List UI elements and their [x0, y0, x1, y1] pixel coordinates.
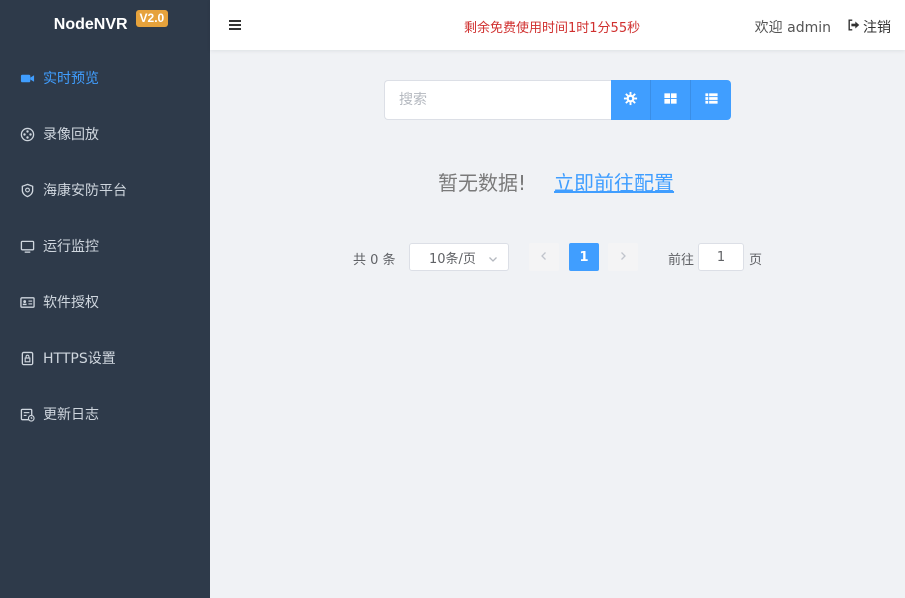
goto-page-input[interactable] — [698, 243, 744, 271]
sidebar-item-changelog[interactable]: 更新日志 — [0, 386, 210, 442]
welcome-text: 欢迎 admin — [754, 20, 831, 36]
video-camera-icon — [20, 71, 35, 86]
sidebar-item-hikvision[interactable]: 海康安防平台 — [0, 162, 210, 218]
logout-label: 注销 — [863, 20, 891, 36]
hamburger-menu-icon[interactable] — [228, 17, 242, 33]
sidebar-item-monitoring[interactable]: 运行监控 — [0, 218, 210, 274]
sidebar-item-label: 实时预览 — [43, 71, 99, 87]
lock-file-icon — [20, 351, 35, 366]
sidebar-item-label: 更新日志 — [43, 407, 99, 423]
settings-gear-icon — [623, 91, 638, 110]
monitor-icon — [20, 239, 35, 254]
chevron-left-icon — [539, 250, 549, 265]
next-page-button[interactable] — [608, 243, 638, 271]
sidebar-item-live-preview[interactable]: 实时预览 — [0, 50, 210, 106]
toolbar-button-group — [611, 80, 731, 120]
chevron-down-icon — [488, 253, 498, 263]
configure-now-link[interactable]: 立即前往配置 — [554, 167, 674, 196]
logout-button[interactable]: 注销 — [847, 17, 891, 37]
shield-icon — [20, 183, 35, 198]
sidebar-item-label: 海康安防平台 — [43, 183, 127, 199]
calendar-log-icon — [20, 407, 35, 422]
list-view-icon — [704, 91, 719, 110]
page-size-value: 10条/页 — [429, 251, 476, 267]
version-badge: V2.0 — [135, 9, 169, 27]
page-number-current[interactable]: 1 — [569, 243, 599, 271]
top-header: 剩余免费使用时间1时1分55秒 欢迎 admin 注销 — [210, 0, 905, 50]
sidebar-item-label: 运行监控 — [43, 239, 99, 255]
sidebar-item-license[interactable]: 软件授权 — [0, 274, 210, 330]
id-card-icon — [20, 295, 35, 310]
sidebar-item-label: HTTPS设置 — [43, 351, 116, 367]
empty-state: 暂无数据! 立即前往配置 — [438, 167, 674, 196]
brand: NodeNVR V2.0 — [0, 0, 210, 50]
brand-name: NodeNVR — [53, 16, 128, 33]
sidebar: NodeNVR V2.0 实时预览 录像回放 海康安防平台 运行监控 软件授权 … — [0, 0, 210, 598]
sidebar-item-playback[interactable]: 录像回放 — [0, 106, 210, 162]
page-size-select[interactable]: 10条/页 — [409, 243, 509, 271]
sidebar-menu: 实时预览 录像回放 海康安防平台 运行监控 软件授权 HTTPS设置 更新日志 — [0, 50, 210, 442]
logout-icon — [847, 18, 863, 36]
page-suffix: 页 — [749, 253, 763, 268]
grid-view-button[interactable] — [651, 80, 691, 120]
goto-label: 前往 — [668, 253, 695, 268]
grid-view-icon — [663, 91, 678, 110]
pagination-total: 共 0 条 — [353, 253, 396, 268]
trial-notice: 剩余免费使用时间1时1分55秒 — [464, 21, 641, 36]
search-input[interactable] — [384, 80, 611, 120]
sidebar-item-label: 录像回放 — [43, 127, 99, 143]
settings-button[interactable] — [611, 80, 651, 120]
chevron-right-icon — [618, 250, 628, 265]
list-view-button[interactable] — [691, 80, 731, 120]
prev-page-button[interactable] — [529, 243, 559, 271]
empty-state-text: 暂无数据! — [438, 171, 527, 195]
film-reel-icon — [20, 127, 35, 142]
sidebar-item-https[interactable]: HTTPS设置 — [0, 330, 210, 386]
sidebar-item-label: 软件授权 — [43, 295, 99, 311]
